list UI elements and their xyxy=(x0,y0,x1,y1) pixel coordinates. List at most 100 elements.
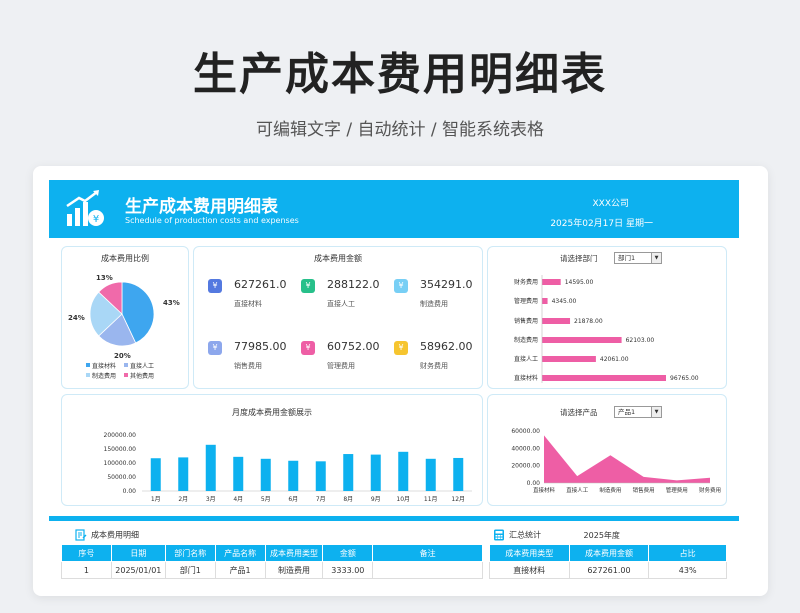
column-header[interactable]: 占比 xyxy=(648,544,727,562)
stat-label: 制造费用 xyxy=(420,300,448,308)
bar xyxy=(315,461,326,491)
table-cell[interactable]: 部门1 xyxy=(164,561,216,579)
x-tick-label: 5月 xyxy=(261,496,271,503)
banner-subtitle: Schedule of production costs and expense… xyxy=(125,216,299,225)
bar-value-label: 62103.00 xyxy=(626,337,655,344)
y-tick-label: 40000.00 xyxy=(511,445,540,452)
document-edit-icon xyxy=(75,529,87,541)
bar xyxy=(542,356,596,362)
bar xyxy=(205,444,216,491)
legend-swatch xyxy=(124,363,128,367)
bar xyxy=(425,458,436,491)
category-label: 直接人工 xyxy=(514,355,538,363)
yen-icon: ¥ xyxy=(208,279,222,293)
x-tick-label: 10月 xyxy=(396,496,410,503)
table-cell[interactable]: 1 xyxy=(61,561,112,579)
bar xyxy=(542,318,571,324)
table-cell[interactable]: 627261.00 xyxy=(568,561,650,579)
summary-year: 2025年度 xyxy=(583,530,620,540)
area-series xyxy=(544,435,710,483)
y-tick-label: 20000.00 xyxy=(511,463,540,470)
bar xyxy=(370,454,381,491)
x-tick-label: 7月 xyxy=(316,496,326,503)
table-cell[interactable]: 产品1 xyxy=(214,561,266,579)
column-header[interactable]: 成本费用类型 xyxy=(264,544,324,562)
pie-slice-label: 20% xyxy=(114,352,131,360)
chart-growth-icon: ¥ xyxy=(66,190,104,226)
stats-title: 成本费用金额 xyxy=(314,254,362,263)
yen-icon: ¥ xyxy=(208,341,222,355)
x-tick-label: 制造费用 xyxy=(599,486,621,494)
column-header[interactable]: 成本费用类型 xyxy=(489,544,570,562)
column-header[interactable]: 产品名称 xyxy=(214,544,266,562)
legend-label: 其他费用 xyxy=(130,372,154,380)
page-title: 生产成本费用明细表 xyxy=(193,49,607,100)
x-tick-label: 直接材料 xyxy=(533,486,556,494)
pie-slice-label: 24% xyxy=(68,314,85,322)
stat-label: 管理费用 xyxy=(327,362,355,370)
stat-label: 财务费用 xyxy=(420,362,448,370)
cost-detail-table: 序号 日期 部门名称 产品名称 成本费用类型 金额 备注 1 2025/01/01 部门1 产品1… xyxy=(61,544,483,579)
stat-item: ¥354291.0 制造费用 xyxy=(394,278,484,319)
bar-value-label: 21878.00 xyxy=(574,318,603,325)
page-subtitle: 可编辑文字 / 自动统计 / 智能系统表格 xyxy=(255,120,545,140)
cost-ratio-pie-chart: 43% 20% 24% 13% 直接材料 直接人工制造费用 其他费用 xyxy=(68,274,180,380)
bar xyxy=(542,298,548,304)
table-cell[interactable]: 2025/01/01 xyxy=(110,561,166,579)
svg-text:¥: ¥ xyxy=(93,214,99,225)
product-cost-area-chart: 60000.00 40000.00 20000.00 0.00直接材料 直接人工 制造费用… xyxy=(511,428,721,494)
y-tick-label: 0.00 xyxy=(527,480,541,487)
table-cell[interactable] xyxy=(372,561,483,579)
pie-slice-label: 43% xyxy=(163,299,180,307)
bar xyxy=(178,457,189,491)
stat-item: ¥627261.0 直接材料 xyxy=(208,278,298,319)
legend-swatch xyxy=(86,373,90,377)
column-header[interactable]: 部门名称 xyxy=(164,544,216,562)
bar xyxy=(260,458,271,491)
monthly-cost-bar-chart: 200000.00 150000.00 100000.00 50000.00 0.00 1… xyxy=(104,432,472,503)
bar xyxy=(288,460,299,491)
table-row[interactable]: 1 2025/01/01 部门1 产品1 制造费用 3333.00 xyxy=(61,561,483,579)
bar xyxy=(542,375,666,381)
summary-section-title: 汇总统计 xyxy=(509,530,541,540)
bar xyxy=(542,337,622,343)
x-tick-label: 财务费用 xyxy=(699,486,721,494)
bar xyxy=(233,456,244,491)
column-header[interactable]: 备注 xyxy=(372,544,483,562)
yen-icon: ¥ xyxy=(394,279,408,293)
table-cell[interactable]: 制造费用 xyxy=(264,561,324,579)
x-tick-label: 11月 xyxy=(424,496,438,503)
stat-label: 直接材料 xyxy=(234,300,262,308)
bar-value-label: 14595.00 xyxy=(565,279,594,286)
table-cell[interactable]: 43% xyxy=(648,561,727,579)
column-header[interactable]: 序号 xyxy=(61,544,112,562)
x-tick-label: 管理费用 xyxy=(666,486,688,494)
stat-item: ¥60752.00 管理费用 xyxy=(301,340,391,381)
dashboard-sheet: ¥ 生产成本费用明细表 Schedule of production costs… xyxy=(33,166,768,596)
table-row[interactable]: 直接材料 627261.00 43% xyxy=(489,561,727,579)
y-tick-label: 50000.00 xyxy=(107,474,136,481)
bar-value-label: 96765.00 xyxy=(670,375,699,382)
cost-ratio-card: 成本费用比例 43% 20% 24% 13% 直接材料 直接人工 制造费用 其他费用 xyxy=(61,246,189,389)
detail-section-header: 成本费用明细 xyxy=(75,529,139,541)
y-tick-label: 60000.00 xyxy=(511,428,540,435)
yen-icon: ¥ xyxy=(394,341,408,355)
x-tick-label: 1月 xyxy=(151,496,161,503)
table-cell[interactable]: 直接材料 xyxy=(489,561,570,579)
y-tick-label: 0.00 xyxy=(123,488,137,495)
column-header[interactable]: 成本费用金额 xyxy=(568,544,650,562)
x-tick-label: 8月 xyxy=(343,496,353,503)
column-header[interactable]: 日期 xyxy=(110,544,166,562)
bar-value-label: 42061.00 xyxy=(600,356,629,363)
summary-table: 成本费用类型 成本费用金额 占比 直接材料 627261.00 43% xyxy=(489,544,727,579)
stat-item: ¥58962.00 财务费用 xyxy=(394,340,484,381)
calculator-icon xyxy=(494,529,504,541)
stat-value: 288122.0 xyxy=(327,278,380,291)
y-tick-label: 200000.00 xyxy=(104,432,137,439)
stat-label: 销售费用 xyxy=(234,362,262,370)
bar xyxy=(453,457,464,491)
legend-swatch xyxy=(86,363,90,367)
detail-section-title: 成本费用明细 xyxy=(91,530,139,540)
column-header[interactable]: 金额 xyxy=(322,544,374,562)
table-cell[interactable]: 3333.00 xyxy=(322,561,374,579)
